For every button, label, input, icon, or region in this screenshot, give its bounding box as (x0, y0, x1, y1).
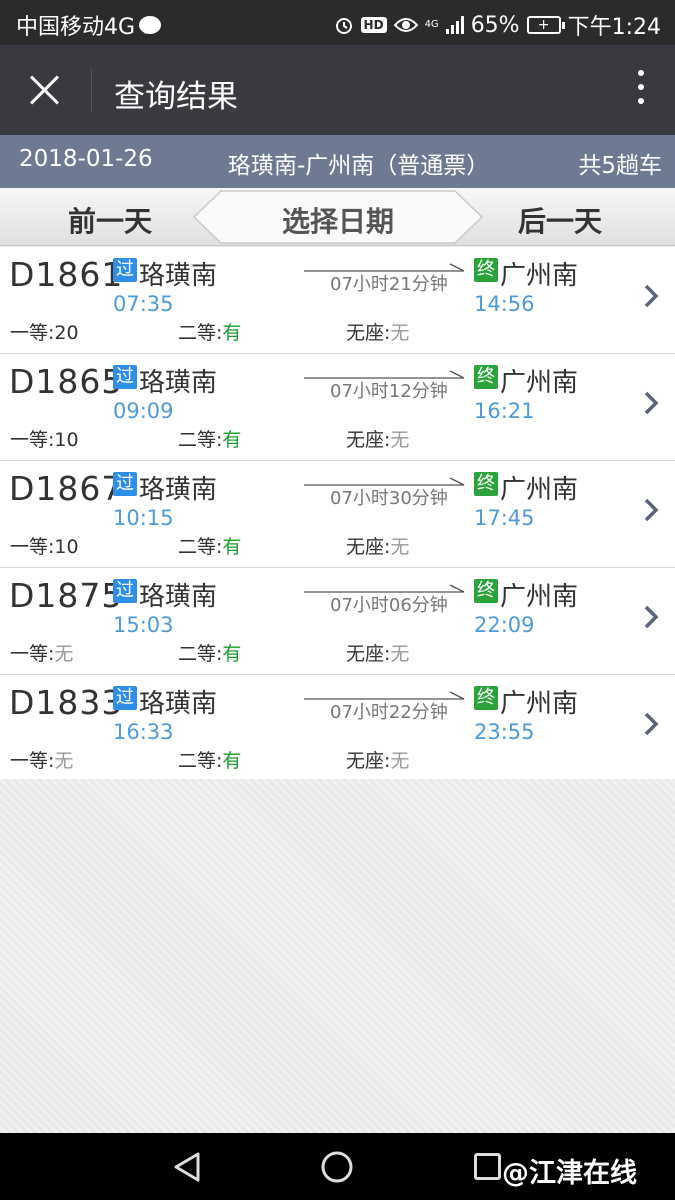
first-class-seats: 一等:无 (10, 750, 74, 772)
no-seat-tickets: 无座:无 (346, 536, 410, 558)
to-station: 广州南 (500, 689, 579, 719)
second-class-seats: 二等:有 (178, 536, 242, 558)
train-list: D1861 过 珞璜南 07:35 07小时21分钟 终 广州南 14:56 一… (0, 247, 675, 782)
pass-badge: 过 (113, 472, 137, 496)
duration: 07小时12分钟 (330, 381, 448, 402)
nav-back-icon[interactable] (172, 1151, 202, 1183)
duration: 07小时06分钟 (330, 595, 448, 616)
chevron-right-icon[interactable] (641, 497, 661, 523)
to-station: 广州南 (500, 582, 579, 612)
arrival-time: 23:55 (474, 720, 535, 744)
pass-badge: 过 (113, 258, 137, 282)
prev-day-button[interactable]: 前一天 (68, 200, 152, 240)
clock: 下午1:24 (567, 15, 661, 40)
pass-badge: 过 (113, 686, 137, 710)
train-row[interactable]: D1865 过 珞璜南 09:09 07小时12分钟 终 广州南 16:21 一… (0, 354, 675, 461)
train-row[interactable]: D1867 过 珞璜南 10:15 07小时30分钟 终 广州南 17:45 一… (0, 461, 675, 568)
duration: 07小时21分钟 (330, 274, 448, 295)
duration: 07小时30分钟 (330, 488, 448, 509)
no-seat-tickets: 无座:无 (346, 429, 410, 451)
train-number: D1875 (9, 576, 124, 615)
from-station: 珞璜南 (139, 582, 218, 612)
chevron-right-icon[interactable] (641, 283, 661, 309)
first-class-seats: 一等:10 (10, 536, 79, 558)
query-route: 珞璜南-广州南（普通票） (228, 153, 490, 179)
chevron-right-icon[interactable] (641, 604, 661, 630)
second-class-seats: 二等:有 (178, 750, 242, 772)
train-row[interactable]: D1875 过 珞璜南 15:03 07小时06分钟 终 广州南 22:09 一… (0, 568, 675, 675)
arrival-time: 16:21 (474, 399, 535, 423)
chat-bubble-icon (139, 16, 162, 34)
train-number: D1833 (9, 683, 124, 722)
watermark: @江津在线 (502, 1158, 637, 1189)
page-title: 查询结果 (114, 79, 238, 115)
departure-time: 07:35 (113, 292, 174, 316)
train-row[interactable]: D1833 过 珞璜南 16:33 07小时22分钟 终 广州南 23:55 一… (0, 675, 675, 782)
departure-time: 15:03 (113, 613, 174, 637)
select-date-label: 选择日期 (281, 205, 394, 238)
query-info-bar: 2018-01-26 珞璜南-广州南（普通票） 共5趟车 (0, 135, 675, 188)
chevron-right-icon[interactable] (641, 711, 661, 737)
eye-icon (393, 18, 418, 32)
carrier-label: 中国移动4G (16, 15, 136, 40)
to-station: 广州南 (500, 261, 579, 291)
from-station: 珞璜南 (139, 261, 218, 291)
no-seat-tickets: 无座:无 (346, 643, 410, 665)
duration: 07小时22分钟 (330, 702, 448, 723)
select-date-button[interactable]: 选择日期 (193, 190, 483, 244)
end-badge: 终 (474, 686, 498, 710)
from-station: 珞璜南 (139, 475, 218, 505)
nav-home-icon[interactable] (320, 1150, 354, 1184)
signal-icon (445, 16, 464, 34)
arrival-time: 17:45 (474, 506, 535, 530)
status-bar: 中国移动4G HD 4G 65% + 下午1:24 (0, 0, 675, 45)
network-type: 4G (424, 19, 439, 30)
departure-time: 16:33 (113, 720, 174, 744)
train-number: D1861 (9, 255, 124, 294)
battery-icon: + (526, 16, 565, 34)
train-row[interactable]: D1861 过 珞璜南 07:35 07小时21分钟 终 广州南 14:56 一… (0, 247, 675, 354)
train-number: D1865 (9, 362, 124, 401)
divider (91, 69, 92, 113)
empty-area (0, 779, 675, 1133)
chevron-right-icon[interactable] (641, 390, 661, 416)
day-navigation: 前一天 选择日期 后一天 (0, 188, 675, 246)
arrival-time: 22:09 (474, 613, 535, 637)
end-badge: 终 (474, 579, 498, 603)
hd-icon: HD (360, 17, 387, 33)
train-number: D1867 (9, 469, 124, 508)
from-station: 珞璜南 (139, 689, 218, 719)
train-count: 共5趟车 (578, 153, 662, 179)
departure-time: 10:15 (113, 506, 174, 530)
pass-badge: 过 (113, 579, 137, 603)
more-icon[interactable] (635, 70, 647, 110)
second-class-seats: 二等:有 (178, 322, 242, 344)
from-station: 珞璜南 (139, 368, 218, 398)
battery-percent: 65% (470, 12, 520, 38)
second-class-seats: 二等:有 (178, 429, 242, 451)
first-class-seats: 一等:20 (10, 322, 79, 344)
system-nav-bar: @江津在线 (0, 1133, 675, 1200)
first-class-seats: 一等:无 (10, 643, 74, 665)
departure-time: 09:09 (113, 399, 174, 423)
to-station: 广州南 (500, 475, 579, 505)
nav-recent-icon[interactable] (474, 1153, 501, 1180)
next-day-button[interactable]: 后一天 (518, 200, 602, 240)
arrival-time: 14:56 (474, 292, 535, 316)
first-class-seats: 一等:10 (10, 429, 79, 451)
end-badge: 终 (474, 365, 498, 389)
to-station: 广州南 (500, 368, 579, 398)
close-icon[interactable] (20, 67, 70, 113)
pass-badge: 过 (113, 365, 137, 389)
end-badge: 终 (474, 258, 498, 282)
no-seat-tickets: 无座:无 (346, 750, 410, 772)
title-bar: 查询结果 (0, 45, 675, 135)
query-date: 2018-01-26 (19, 146, 153, 172)
alarm-icon (335, 18, 352, 34)
no-seat-tickets: 无座:无 (346, 322, 410, 344)
end-badge: 终 (474, 472, 498, 496)
second-class-seats: 二等:有 (178, 643, 242, 665)
